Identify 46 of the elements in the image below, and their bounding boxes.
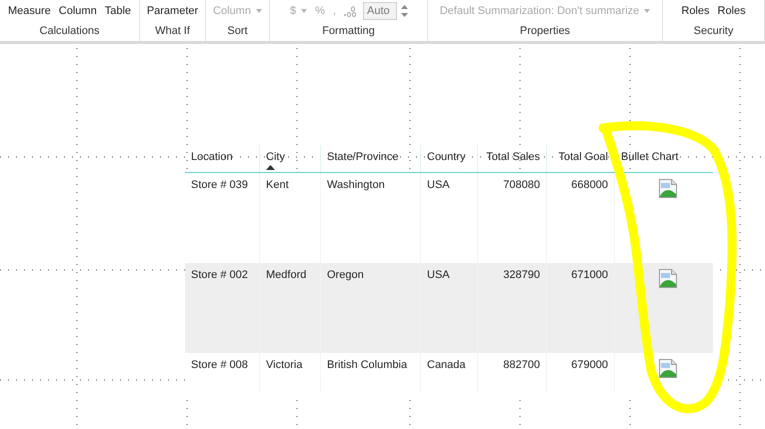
table-cell: USA — [427, 269, 450, 281]
ribbon-button[interactable]: Roles — [680, 5, 710, 17]
column-header[interactable]: Total Goal — [547, 145, 615, 172]
table-cell: 679000 — [571, 359, 608, 371]
table-cell: Store # 008 — [191, 359, 248, 371]
table-cell: Medford — [266, 269, 306, 281]
table-cell: Oregon — [327, 269, 364, 281]
column-header[interactable]: Location — [185, 145, 260, 172]
group-label: Formatting — [322, 25, 375, 37]
ribbon-button[interactable]: Table — [104, 5, 132, 17]
group-label: Calculations — [40, 25, 100, 37]
column-header[interactable]: State/Province — [321, 145, 421, 172]
column-header[interactable]: Total Sales — [478, 145, 547, 172]
ribbon-button[interactable]: Parameter — [146, 5, 200, 17]
column-header[interactable]: Country — [421, 145, 478, 172]
spinner-arrows-icon — [400, 5, 408, 17]
table-cell: 668000 — [571, 179, 608, 191]
group-label: What If — [155, 25, 190, 37]
group-label: Sort — [227, 25, 248, 37]
table-cell: Victoria — [266, 359, 302, 371]
table-cell: Kent — [266, 179, 289, 191]
table-cell: Store # 039 — [191, 179, 248, 191]
table-cell: Store # 002 — [191, 269, 248, 281]
group-label: Security — [694, 25, 734, 37]
broken-image-icon — [659, 179, 677, 198]
table-cell: USA — [427, 179, 450, 191]
table-row[interactable]: Store # 008 Victoria British Columbia Canada 882700 679000 — [185, 353, 713, 393]
ribbon-button[interactable]: Measure — [7, 5, 52, 17]
table-cell: 671000 — [571, 269, 608, 281]
table-cell: 328790 — [503, 269, 540, 281]
column-header[interactable]: Bullet Chart — [615, 145, 713, 172]
table-cell: 882700 — [503, 359, 540, 371]
ribbon-button[interactable]: Column — [58, 5, 98, 17]
column-header[interactable]: City — [260, 145, 321, 172]
ribbon-button[interactable]: Roles — [716, 5, 747, 17]
caret-icon — [256, 9, 262, 13]
table-cell: 708080 — [503, 179, 540, 191]
table-cell: Washington — [327, 179, 385, 191]
caret-icon — [644, 9, 650, 13]
table-row[interactable]: Store # 002 Medford Oregon USA 328790 671000 — [185, 263, 713, 353]
broken-image-icon — [659, 359, 677, 378]
table-cell: British Columbia — [327, 359, 408, 371]
table-cell: Canada — [427, 359, 466, 371]
caret-icon — [301, 9, 308, 13]
broken-image-icon — [659, 269, 677, 288]
group-label: Properties — [520, 25, 570, 37]
